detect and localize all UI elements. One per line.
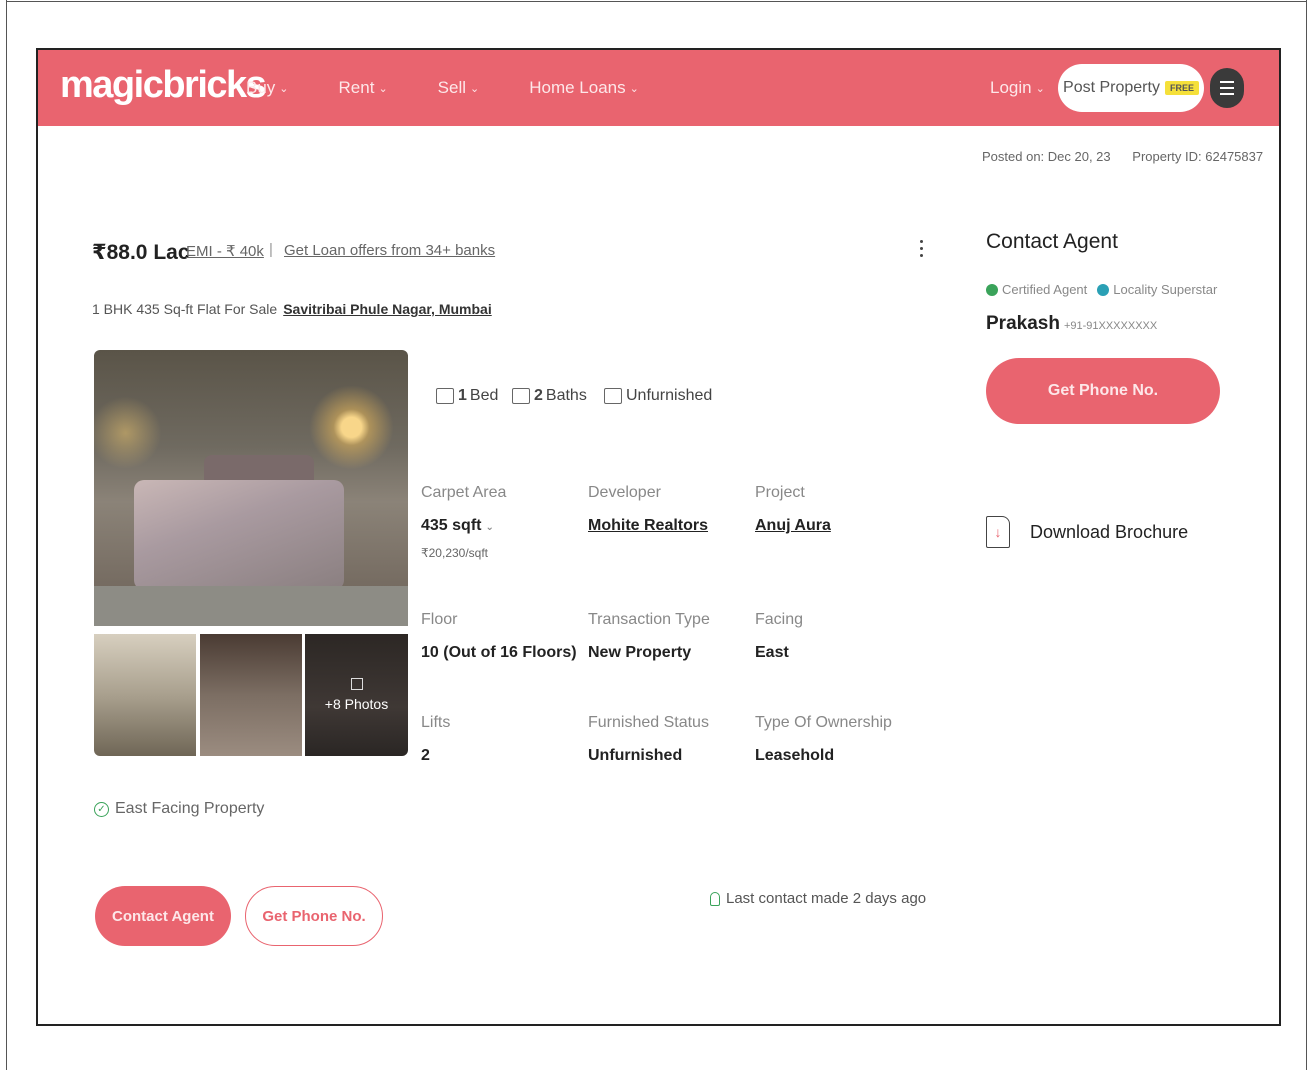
nav-sell-label: Sell	[437, 78, 467, 97]
carpet-area-label: Carpet Area	[421, 484, 507, 501]
nav-sell[interactable]: Sell ⌄	[438, 78, 480, 98]
free-badge: FREE	[1164, 81, 1199, 95]
amenity-furnishing: Unfurnished	[604, 387, 712, 405]
superstar-icon	[1097, 283, 1110, 296]
more-options-icon[interactable]	[916, 236, 926, 261]
login-label: Login	[990, 78, 1032, 97]
hamburger-menu-icon[interactable]	[1210, 68, 1244, 108]
furnishing-label: Unfurnished	[626, 387, 713, 404]
transaction-type-label: Transaction Type	[588, 611, 710, 628]
certified-agent-badge: Certified Agent	[1002, 282, 1088, 297]
listing-subtitle: 1 BHK 435 Sq-ft Flat For Sale Savitribai …	[92, 301, 492, 317]
loan-offers-link[interactable]: Get Loan offers from 34+ banks	[284, 242, 495, 259]
post-property-button[interactable]: Post Property FREE	[1058, 64, 1204, 112]
facing-label: Facing	[755, 611, 804, 628]
person-icon	[710, 891, 720, 906]
transaction-type-value: New Property	[588, 644, 692, 661]
contact-agent-button[interactable]: Contact Agent	[95, 886, 231, 946]
developer-label: Developer	[588, 484, 661, 501]
listing-summary: 1 BHK 435 Sq-ft Flat For Sale	[92, 301, 278, 317]
nav-buy[interactable]: Buy ⌄	[246, 78, 289, 98]
chevron-down-icon: ⌄	[378, 82, 388, 95]
east-facing-highlight: ✓ East Facing Property	[94, 800, 264, 818]
amenity-bath: 2 Baths	[512, 387, 587, 405]
scan-edge	[6, 1, 1307, 2]
main-property-photo[interactable]	[94, 350, 408, 626]
download-brochure-link[interactable]: ↓ Download Brochure	[986, 516, 1188, 548]
agent-badges: Certified Agent Locality Superstar	[986, 282, 1217, 297]
furnished-status-label: Furnished Status	[588, 714, 709, 731]
ownership-type-label: Type Of Ownership	[755, 714, 892, 731]
chevron-down-icon: ⌄	[1035, 82, 1045, 95]
magicbricks-logo[interactable]: magicbricks	[60, 64, 267, 107]
agent-masked-phone: +91-91XXXXXXXX	[1063, 320, 1158, 332]
floor-value: 10 (Out of 16 Floors)	[421, 644, 577, 661]
carpet-area-text: 435 sqft	[421, 517, 482, 534]
download-brochure-label: Download Brochure	[1030, 521, 1189, 542]
photo-gallery-icon	[350, 678, 363, 690]
floor-label: Floor	[421, 611, 458, 628]
wardrobe-icon	[604, 388, 622, 404]
get-phone-button[interactable]: Get Phone No.	[986, 358, 1220, 424]
post-property-label: Post Property	[1063, 79, 1160, 96]
nav-rent-label: Rent	[338, 78, 375, 97]
lifts-label: Lifts	[421, 714, 451, 731]
lifts-value: 2	[421, 747, 430, 764]
bed-icon	[436, 388, 454, 404]
chevron-down-icon: ⌄	[485, 522, 494, 533]
nav-home-loans[interactable]: Home Loans ⌄	[529, 78, 639, 98]
bath-icon	[512, 388, 530, 404]
chevron-down-icon: ⌄	[279, 82, 289, 95]
nav-home-loans-label: Home Loans	[529, 78, 626, 97]
agent-info: Prakash +91-91XXXXXXXX	[986, 313, 1157, 335]
thumbnail-bedroom[interactable]	[200, 634, 302, 756]
top-navbar: magicbricks Buy ⌄ Rent ⌄ Sell ⌄ Home Loans ⌄…	[38, 50, 1279, 126]
east-facing-label: East Facing Property	[115, 800, 265, 817]
chevron-down-icon: ⌄	[470, 82, 480, 95]
more-photos-label: +8 Photos	[324, 696, 389, 712]
last-contact-label: Last contact made 2 days ago	[726, 890, 927, 907]
thumbnail-living-room[interactable]	[94, 634, 196, 756]
locality-superstar-badge: Locality Superstar	[1113, 282, 1218, 297]
last-contact-info: Last contact made 2 days ago	[710, 890, 926, 907]
bath-count: 2	[534, 387, 543, 404]
browser-frame: magicbricks Buy ⌄ Rent ⌄ Sell ⌄ Home Loans ⌄…	[36, 48, 1281, 1026]
bed-count: 1	[458, 387, 467, 404]
bed-label: Bed	[469, 387, 499, 404]
emi-link[interactable]: EMI - ₹ 40k	[186, 242, 264, 260]
chevron-down-icon: ⌄	[629, 82, 639, 95]
more-photos-thumbnail[interactable]: +8 Photos	[305, 634, 408, 756]
scan-edge	[1306, 0, 1307, 1070]
ownership-type-value: Leasehold	[755, 747, 835, 764]
listing-price: ₹88.0 Lac	[92, 241, 190, 264]
download-pdf-icon: ↓	[986, 516, 1010, 548]
login-dropdown[interactable]: Login ⌄	[990, 78, 1045, 98]
listing-meta: Posted on: Dec 20, 23 Property ID: 62475…	[982, 149, 1279, 164]
scan-edge	[6, 0, 7, 1070]
agent-name: Prakash	[986, 313, 1060, 334]
price-per-sqft: ₹20,230/sqft	[421, 546, 489, 560]
get-phone-outline-button[interactable]: Get Phone No.	[245, 886, 383, 946]
contact-agent-title: Contact Agent	[986, 230, 1118, 253]
facing-value: East	[755, 644, 789, 661]
posted-date: Posted on: Dec 20, 23	[982, 149, 1111, 164]
furnished-status-value: Unfurnished	[588, 747, 683, 764]
carpet-area-value[interactable]: 435 sqft ⌄	[421, 517, 494, 535]
project-link[interactable]: Anuj Aura	[755, 517, 831, 535]
bath-label: Baths	[545, 387, 587, 404]
nav-rent[interactable]: Rent ⌄	[339, 78, 388, 98]
amenity-bed: 1 Bed	[436, 387, 498, 405]
main-nav: Buy ⌄ Rent ⌄ Sell ⌄ Home Loans ⌄	[246, 78, 689, 98]
certified-check-icon	[986, 283, 998, 296]
property-id: Property ID: 62475837	[1132, 149, 1264, 164]
developer-link[interactable]: Mohite Realtors	[588, 517, 708, 535]
price-separator: |	[269, 241, 273, 258]
locality-link[interactable]: Savitribai Phule Nagar, Mumbai	[283, 301, 492, 317]
project-label: Project	[755, 484, 805, 501]
nav-buy-label: Buy	[246, 78, 276, 97]
check-circle-icon: ✓	[94, 801, 109, 817]
